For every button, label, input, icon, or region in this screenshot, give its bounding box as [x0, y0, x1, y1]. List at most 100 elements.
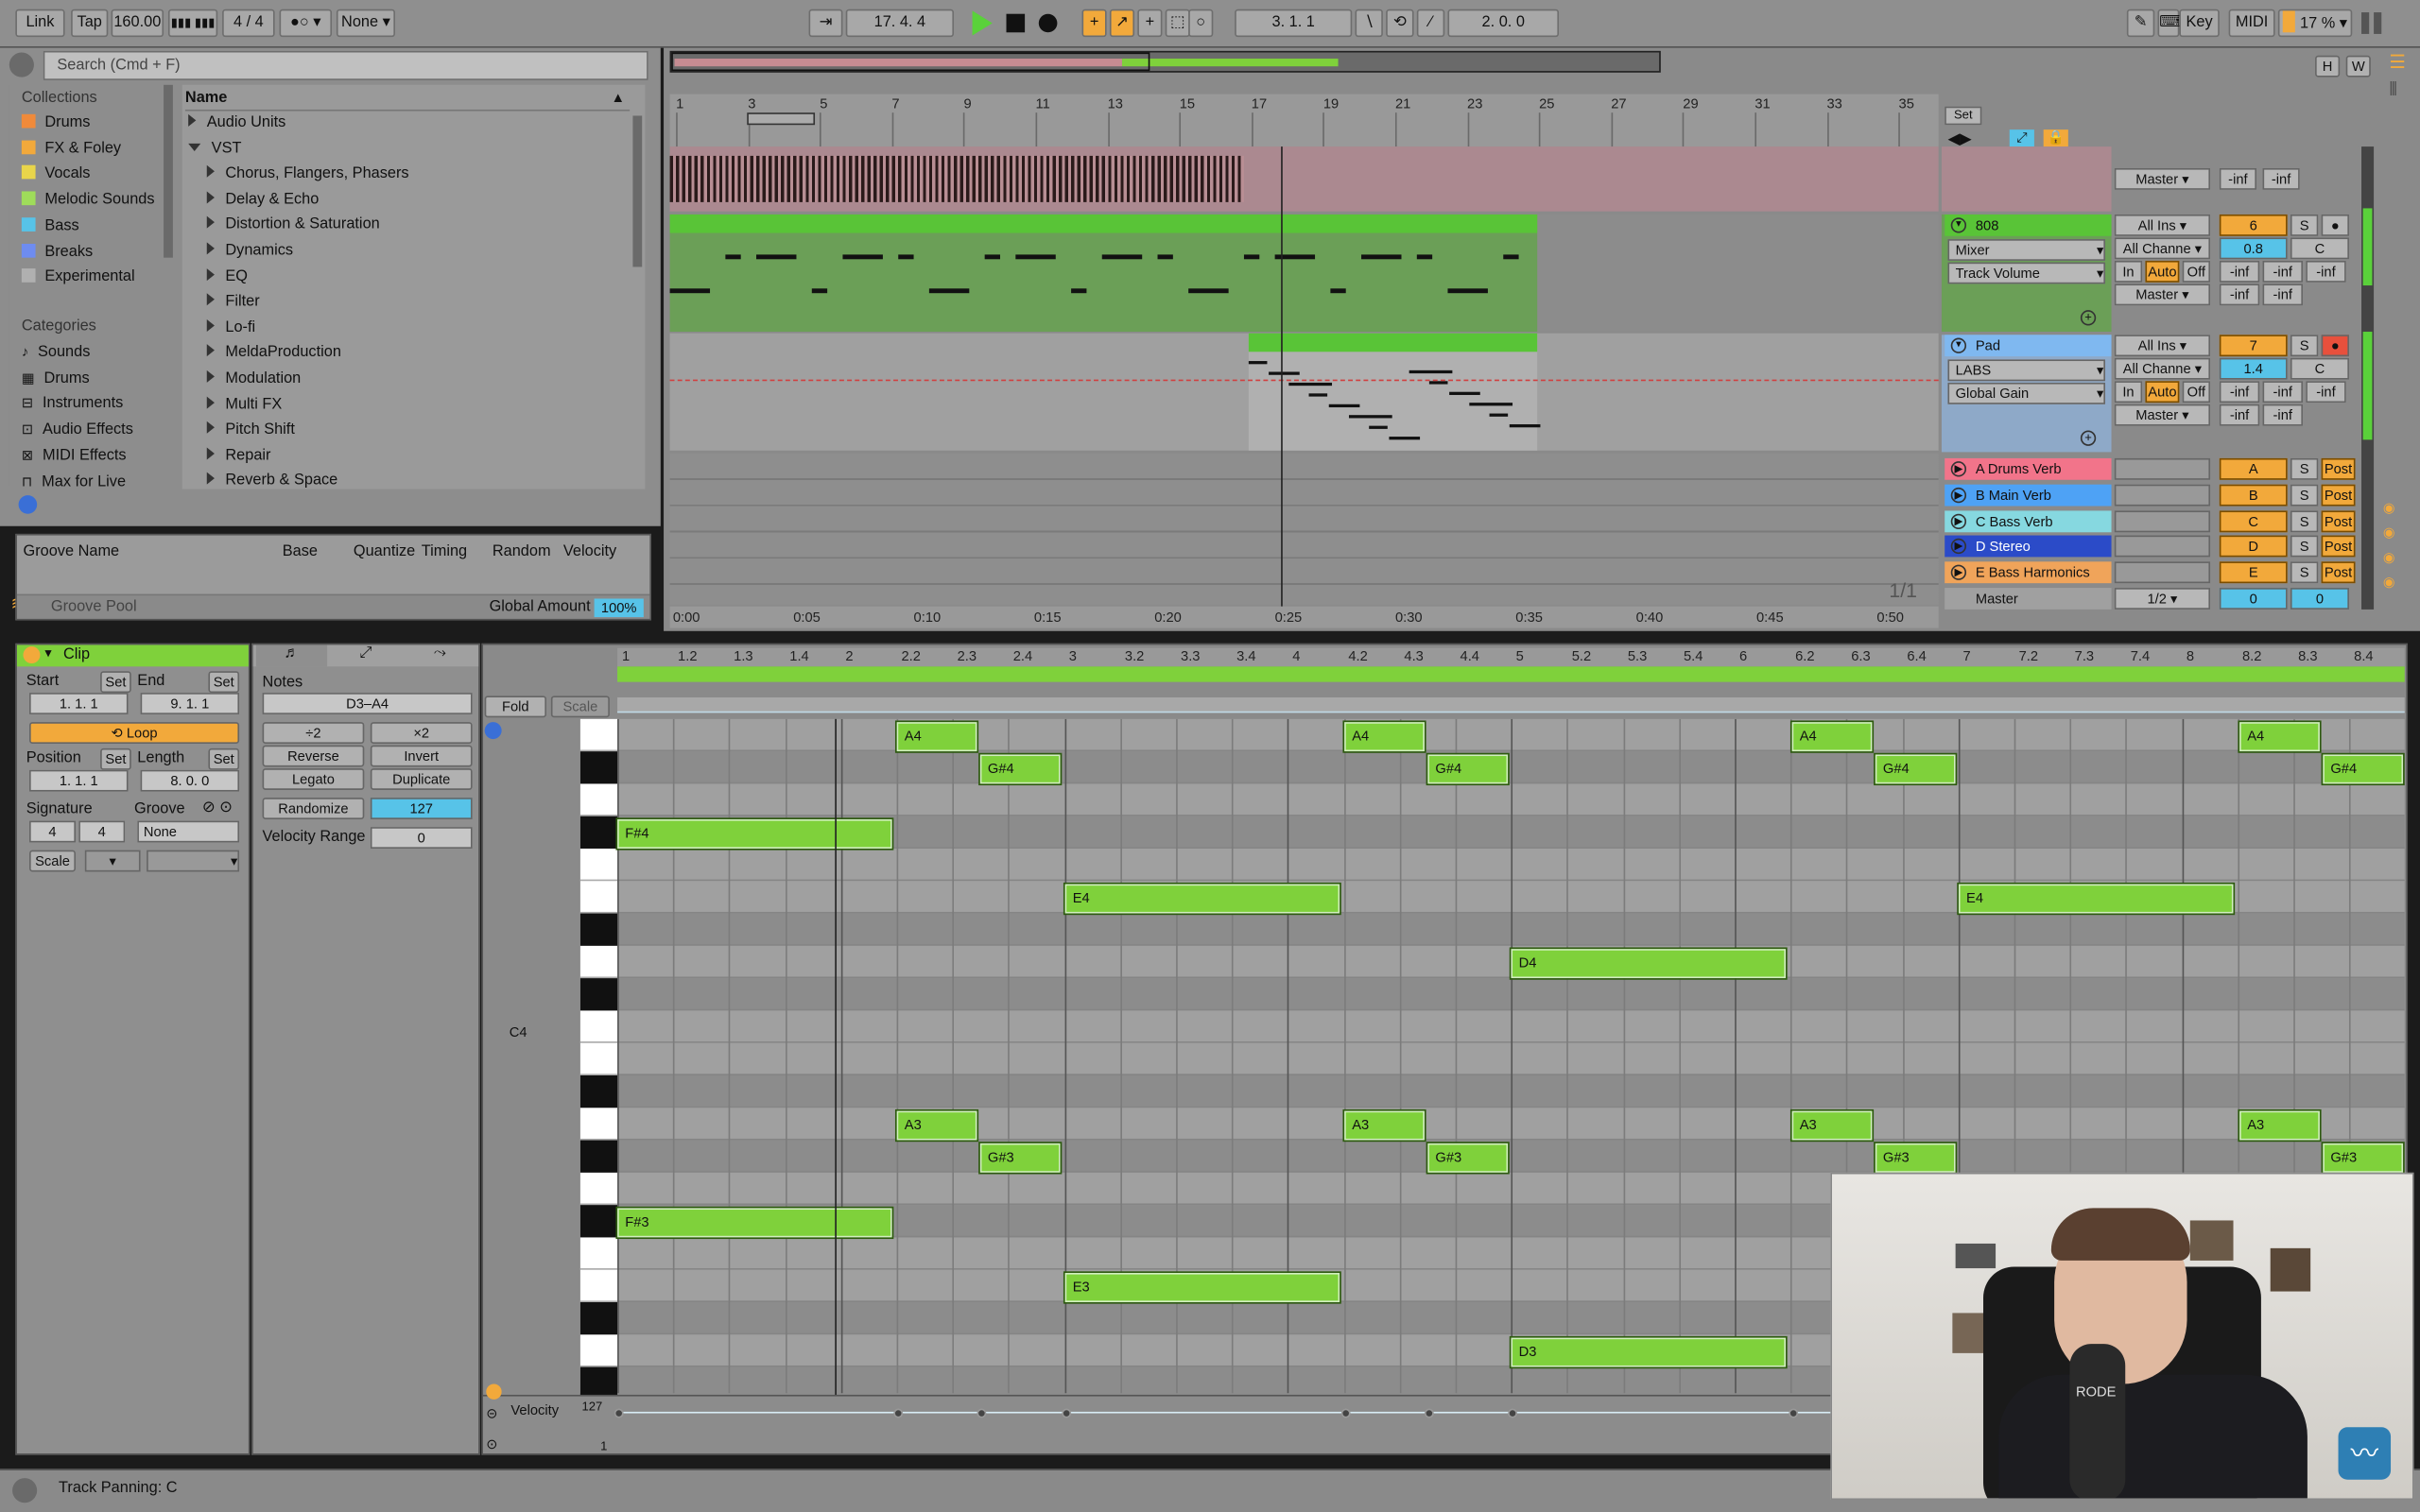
return-solo-button[interactable]: S — [2290, 536, 2319, 558]
category-item[interactable]: ⊡ Audio Effects — [22, 417, 133, 441]
browser-scrollbar[interactable] — [632, 115, 643, 267]
disclosure-icon[interactable] — [206, 395, 215, 409]
set-button[interactable]: Set — [1945, 106, 1982, 126]
midi-note[interactable]: A3 — [894, 1108, 979, 1143]
loop-bar[interactable] — [617, 666, 2405, 682]
channel-select[interactable]: All Channe ▾ — [2114, 357, 2211, 380]
white-key[interactable] — [579, 881, 618, 914]
param-select[interactable]: Global Gain ▾ — [1947, 382, 2106, 404]
track-fold-icon[interactable]: ▾ — [1950, 337, 1967, 353]
fit-icon[interactable] — [484, 722, 502, 740]
collection-item[interactable]: FX & Foley — [21, 137, 121, 162]
return-output[interactable] — [2114, 484, 2211, 507]
return-output[interactable] — [2114, 509, 2211, 532]
black-key[interactable] — [579, 1074, 618, 1108]
lock-icon[interactable]: 🔒 — [2043, 129, 2068, 148]
drum-track-lane[interactable] — [669, 146, 1939, 212]
pad-midi-clip[interactable] — [1248, 333, 1541, 451]
white-key[interactable] — [579, 1043, 618, 1075]
computer-keyboard-icon[interactable]: ⌨ — [2157, 9, 2182, 38]
sig-numerator-field[interactable]: 4 — [29, 820, 77, 843]
legato-button[interactable]: Legato — [262, 768, 365, 790]
velocity-marker[interactable] — [1340, 1408, 1351, 1418]
return-play-icon[interactable]: ▶ — [1950, 487, 1967, 503]
white-key[interactable] — [579, 1270, 618, 1302]
white-key[interactable] — [579, 946, 618, 979]
midi-map-button[interactable]: MIDI — [2228, 9, 2275, 38]
browser-toggle-icon[interactable] — [9, 52, 34, 77]
sort-up-icon[interactable]: ▲ — [612, 90, 626, 105]
name-column-header[interactable]: Name — [184, 86, 631, 112]
clip-title-bar[interactable]: ▾ Clip — [16, 644, 249, 667]
return-letter-button[interactable]: A — [2219, 457, 2288, 480]
input-select[interactable]: All Ins ▾ — [2114, 335, 2211, 357]
send-field[interactable]: -inf — [2219, 284, 2260, 306]
scale-name-select[interactable]: ▾ — [147, 850, 240, 872]
midi-note[interactable]: A4 — [1789, 720, 1875, 753]
mpe-tab-icon[interactable]: ⤳ — [405, 644, 475, 666]
velocity-collapse-icon[interactable]: ⊝ — [486, 1405, 497, 1422]
nav-arrows-icon[interactable]: ◀▶ — [1947, 131, 1971, 148]
disclosure-icon[interactable] — [206, 216, 215, 230]
return-track-name[interactable]: E Bass Harmonics — [1945, 561, 2112, 584]
metronome-icon[interactable]: ▮▮▮ ▮▮▮ — [167, 9, 218, 38]
monitor-off-button[interactable]: Off — [2182, 260, 2211, 283]
browser-tree-item[interactable]: Distortion & Saturation — [206, 214, 380, 238]
browser-help-icon[interactable] — [18, 495, 38, 514]
black-key[interactable] — [579, 816, 618, 849]
channel-select[interactable]: All Channe ▾ — [2114, 237, 2211, 260]
disclosure-icon[interactable] — [206, 165, 215, 179]
randomize-button[interactable]: Randomize — [262, 798, 365, 819]
return-post-button[interactable]: Post — [2321, 484, 2356, 507]
send-field[interactable]: -inf — [2262, 404, 2303, 426]
half-button[interactable]: ÷2 — [262, 722, 365, 744]
groove-column-header[interactable]: Timing — [422, 540, 467, 564]
automation-arm-icon[interactable]: ↗ — [1109, 9, 1135, 38]
record-quantize-icon[interactable]: ●○ ▾ — [279, 9, 333, 38]
midi-note[interactable]: D4 — [1509, 947, 1788, 980]
white-key[interactable] — [579, 719, 618, 752]
category-item[interactable]: ♪ Sounds — [22, 339, 91, 364]
midi-note[interactable]: D3 — [1509, 1335, 1788, 1369]
return-track-name[interactable]: A Drums Verb — [1945, 457, 2112, 480]
link-button[interactable]: Link — [15, 9, 65, 38]
send-field[interactable]: -inf — [2306, 381, 2346, 404]
volume-field[interactable]: 0.8 — [2219, 237, 2288, 260]
record-button[interactable] — [1038, 13, 1058, 33]
midi-note[interactable]: G#4 — [2321, 752, 2405, 786]
white-key[interactable] — [579, 849, 618, 882]
return-post-button[interactable]: Post — [2321, 457, 2356, 480]
position-set-button[interactable]: Set — [100, 747, 131, 770]
white-key[interactable] — [579, 1173, 618, 1206]
song-position-field[interactable]: 17. 4. 4 — [845, 9, 955, 38]
midi-note[interactable]: G#3 — [2321, 1142, 2405, 1175]
sidebar-scrollbar[interactable] — [164, 84, 173, 258]
disclosure-icon[interactable] — [206, 318, 215, 332]
browser-tree-item[interactable]: Multi FX — [206, 393, 282, 418]
automation-mode-icon[interactable]: ⤢ — [2009, 129, 2034, 148]
midi-note[interactable]: A4 — [1342, 720, 1426, 753]
browser-tree-item[interactable]: VST — [188, 137, 241, 162]
black-key[interactable] — [579, 1205, 618, 1238]
drum-audio-clip[interactable] — [669, 155, 1244, 202]
white-key[interactable] — [579, 1334, 618, 1367]
monitor-auto-button[interactable]: Auto — [2145, 381, 2180, 404]
solo-button[interactable]: S — [2290, 335, 2319, 357]
browser-tree-item[interactable]: Dynamics — [206, 239, 293, 264]
return-letter-button[interactable]: C — [2219, 509, 2288, 532]
loop-switch-icon[interactable]: ⟲ — [1386, 9, 1414, 38]
loop-start-field[interactable]: 3. 1. 1 — [1235, 9, 1353, 38]
volume-field[interactable]: 1.4 — [2219, 357, 2288, 380]
output-select[interactable]: Master ▾ — [2114, 284, 2211, 306]
return-track-name[interactable]: C Bass Verb — [1945, 509, 2112, 532]
monitor-off-button[interactable]: Off — [2182, 381, 2211, 404]
browser-search-input[interactable]: Search (Cmd + F) — [43, 50, 648, 80]
collection-item[interactable]: Bass — [21, 215, 79, 239]
groove-hot-swap-icon[interactable]: ⊘ ⊙ — [202, 799, 233, 816]
midi-note[interactable]: G#4 — [1874, 752, 1958, 786]
loop-button[interactable]: ⟲ Loop — [29, 722, 240, 744]
add-automation-icon[interactable]: + — [2080, 310, 2097, 326]
midi-note[interactable]: G#3 — [1426, 1142, 1510, 1175]
clip-region-bar[interactable] — [617, 696, 2405, 713]
groove-column-header[interactable]: Groove Name — [23, 540, 119, 564]
